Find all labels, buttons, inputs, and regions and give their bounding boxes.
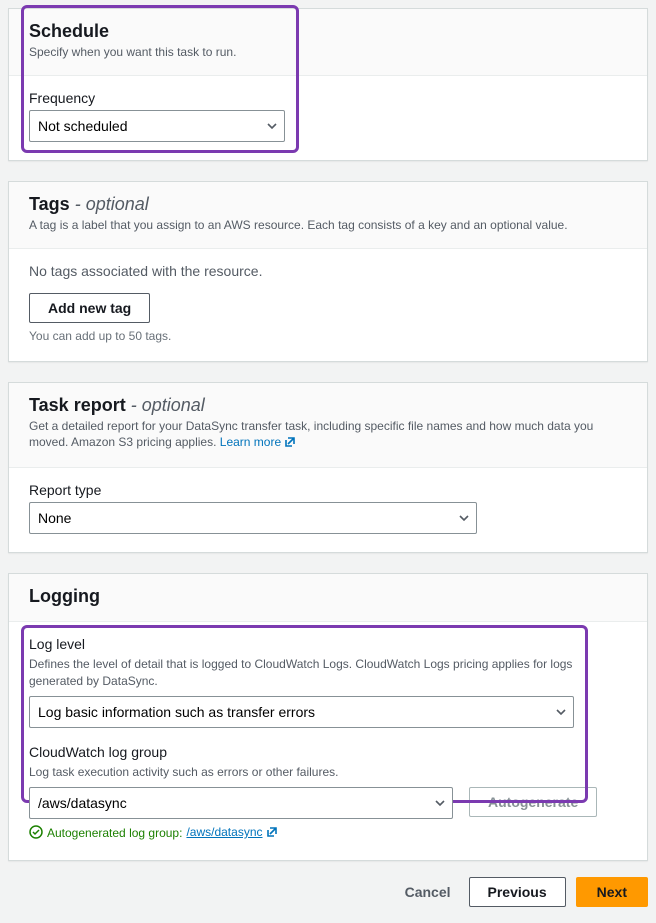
report-type-select[interactable]: None: [29, 502, 477, 534]
log-group-row: /aws/datasync Autogenerate: [29, 787, 627, 819]
status-link[interactable]: /aws/datasync: [186, 825, 277, 841]
task-report-panel: Task report - optional Get a detailed re…: [8, 382, 648, 554]
tags-header: Tags - optional A tag is a label that yo…: [9, 182, 647, 249]
report-type-select-wrap: None: [29, 502, 477, 534]
task-report-header: Task report - optional Get a detailed re…: [9, 383, 647, 469]
tags-panel: Tags - optional A tag is a label that yo…: [8, 181, 648, 362]
add-new-tag-button[interactable]: Add new tag: [29, 293, 150, 323]
next-button[interactable]: Next: [576, 877, 648, 907]
tags-title: Tags - optional: [29, 194, 627, 215]
no-tags-text: No tags associated with the resource.: [29, 263, 627, 279]
log-group-field: CloudWatch log group Log task execution …: [29, 744, 627, 842]
frequency-select[interactable]: Not scheduled: [29, 110, 285, 142]
log-group-select[interactable]: /aws/datasync: [29, 787, 453, 819]
status-text: Autogenerated log group:: [47, 826, 182, 840]
schedule-desc: Specify when you want this task to run.: [29, 44, 627, 61]
report-type-label: Report type: [29, 482, 627, 498]
frequency-label: Frequency: [29, 90, 627, 106]
log-level-desc: Defines the level of detail that is logg…: [29, 656, 627, 690]
schedule-title: Schedule: [29, 21, 627, 42]
cancel-button[interactable]: Cancel: [397, 878, 459, 906]
logging-panel: Logging Log level Defines the level of d…: [8, 573, 648, 860]
tags-body: No tags associated with the resource. Ad…: [9, 249, 647, 361]
autogenerate-button[interactable]: Autogenerate: [469, 787, 597, 817]
log-level-field: Log level Defines the level of detail th…: [29, 636, 627, 728]
log-level-select[interactable]: Log basic information such as transfer e…: [29, 696, 574, 728]
log-group-desc: Log task execution activity such as erro…: [29, 764, 627, 781]
log-level-label: Log level: [29, 636, 627, 652]
schedule-panel: Schedule Specify when you want this task…: [8, 8, 648, 161]
autogenerate-status: Autogenerated log group: /aws/datasync: [29, 825, 627, 842]
external-link-icon: [266, 826, 278, 841]
logging-title: Logging: [29, 586, 627, 607]
check-circle-icon: [29, 825, 43, 842]
learn-more-link[interactable]: Learn more: [220, 435, 296, 449]
log-group-label: CloudWatch log group: [29, 744, 627, 760]
external-link-icon: [284, 436, 296, 453]
logging-body: Log level Defines the level of detail th…: [9, 622, 647, 859]
logging-header: Logging: [9, 574, 647, 622]
task-report-desc: Get a detailed report for your DataSync …: [29, 418, 627, 454]
schedule-body: Frequency Not scheduled: [9, 76, 647, 160]
tags-desc: A tag is a label that you assign to an A…: [29, 217, 627, 234]
log-level-select-wrap: Log basic information such as transfer e…: [29, 696, 574, 728]
task-report-title: Task report - optional: [29, 395, 627, 416]
footer-actions: Cancel Previous Next: [8, 873, 648, 915]
schedule-header: Schedule Specify when you want this task…: [9, 9, 647, 76]
task-report-body: Report type None: [9, 468, 647, 552]
frequency-select-wrap: Not scheduled: [29, 110, 285, 142]
tags-hint: You can add up to 50 tags.: [29, 329, 627, 343]
previous-button[interactable]: Previous: [469, 877, 566, 907]
log-group-select-wrap: /aws/datasync: [29, 787, 453, 819]
